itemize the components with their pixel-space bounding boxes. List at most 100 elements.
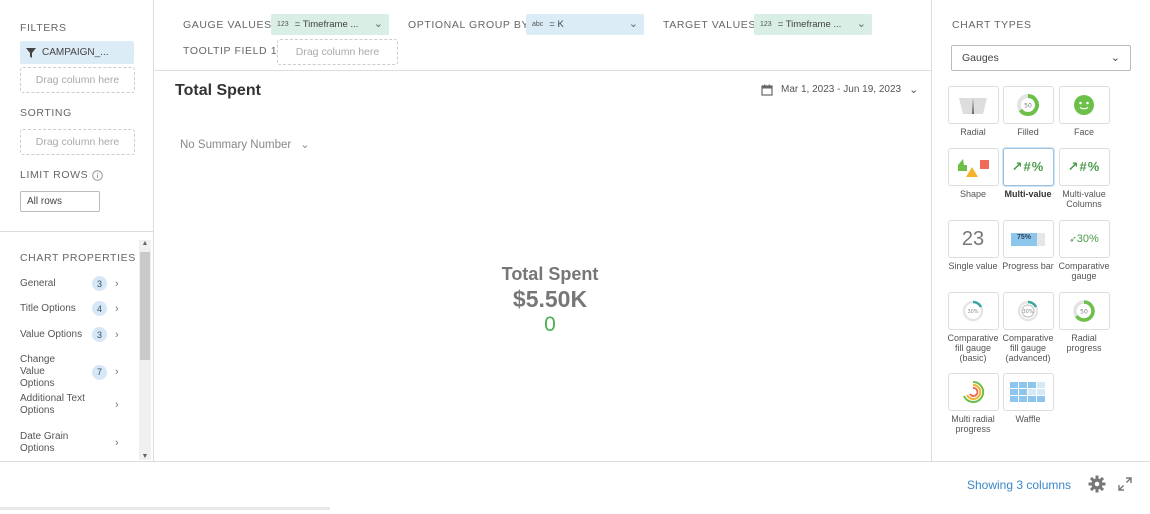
multi-radial-progress-icon xyxy=(963,380,985,403)
prop-count-badge: 3 xyxy=(92,327,107,342)
showing-columns-link[interactable]: Showing 3 columns xyxy=(967,478,1071,492)
gauge-multi-value: Total Spent $5.50K 0 xyxy=(485,264,615,337)
chart-type-shape[interactable]: Shape xyxy=(945,148,1001,199)
target-values-label: TARGET VALUES xyxy=(663,19,756,31)
chart-type-label: Comparative fill gauge (basic) xyxy=(947,333,999,363)
chart-family-value: Gauges xyxy=(962,52,999,64)
multi-value-icon: ↗#% xyxy=(1011,159,1045,174)
chevron-down-icon: ⌄ xyxy=(300,139,310,151)
chart-type-multi-radial-progress[interactable]: Multi radial progress xyxy=(945,373,1001,434)
chart-title: Total Spent xyxy=(175,82,261,99)
group-by-chip[interactable]: abc = K ⌄ xyxy=(526,14,644,35)
gauge-value: $5.50K xyxy=(512,286,588,312)
chevron-right-icon: › xyxy=(115,399,119,411)
limit-rows-input[interactable]: All rows xyxy=(20,191,100,212)
prop-title-options[interactable]: Title Options 4 › xyxy=(20,301,124,316)
chart-type-label: Shape xyxy=(959,189,987,199)
chart-type-radial-progress[interactable]: 50 Radial progress xyxy=(1056,292,1112,353)
summary-number-selector[interactable]: No Summary Number ⌄ xyxy=(180,138,310,151)
limit-rows-header: LIMIT ROWS xyxy=(20,169,104,181)
gauge-values-chip-label: = Timeframe ... xyxy=(294,19,359,30)
prop-label: Change Value Options xyxy=(20,354,56,389)
filter-icon xyxy=(26,47,36,58)
filters-dropzone[interactable]: Drag column here xyxy=(20,67,135,93)
chevron-right-icon: › xyxy=(115,277,119,290)
chart-types-title: CHART TYPES xyxy=(952,19,1032,31)
chart-type-label: Waffle xyxy=(1015,414,1041,424)
chevron-right-icon: › xyxy=(115,437,119,449)
chevron-down-icon: ⌄ xyxy=(1110,52,1120,64)
properties-scrollbar[interactable]: ▲ ▼ xyxy=(139,240,151,460)
sorting-title: SORTING xyxy=(20,107,72,119)
summary-label: No Summary Number xyxy=(180,139,292,151)
chart-type-multi-value-columns[interactable]: ↗#% Multi-value Columns xyxy=(1056,148,1112,209)
gauge-title: Total Spent xyxy=(501,264,599,284)
svg-text:30%: 30% xyxy=(967,309,978,315)
target-values-chip-label: = Timeframe ... xyxy=(777,19,842,30)
radial-progress-icon: 50 xyxy=(1073,300,1095,322)
chart-properties-title: CHART PROPERTIES xyxy=(20,252,136,264)
field-bar: GAUGE VALUES 123 = Timeframe ... ⌄ OPTIO… xyxy=(155,0,931,71)
chart-type-comparative-fill-basic[interactable]: 30% Comparative fill gauge (basic) xyxy=(945,292,1001,363)
gauge-values-label: GAUGE VALUES xyxy=(183,19,272,31)
chart-area: Total Spent Mar 1, 2023 - Jun 19, 2023 ⌄… xyxy=(155,71,931,461)
prop-value-options[interactable]: Value Options 3 › xyxy=(20,327,124,342)
svg-text:50: 50 xyxy=(1024,103,1032,110)
chart-type-label: Radial xyxy=(960,127,986,137)
filters-title: FILTERS xyxy=(20,22,67,34)
chart-type-multi-value[interactable]: ↗#% Multi-value xyxy=(1000,148,1056,199)
prop-date-grain-options[interactable]: Date Grain Options › xyxy=(20,431,124,455)
prop-label: Title Options xyxy=(20,302,76,314)
tooltip-dropzone[interactable]: Drag column here xyxy=(277,39,398,65)
prop-general[interactable]: General 3 › xyxy=(20,276,124,291)
gauge-change-value: 0 xyxy=(544,313,556,336)
scrollbar-thumb[interactable] xyxy=(140,252,150,360)
scroll-down-icon[interactable]: ▼ xyxy=(139,453,151,460)
chart-type-comparative-fill-advanced[interactable]: 30% Comparative fill gauge (advanced) xyxy=(1000,292,1056,363)
chart-types-panel: CHART TYPES Gauges ⌄ Radial 50 Filled Fa… xyxy=(931,0,1150,461)
chart-type-label: Face xyxy=(1073,127,1094,137)
expand-icon[interactable] xyxy=(1117,476,1133,492)
chart-type-label: Multi-value Columns xyxy=(1062,189,1106,209)
scroll-up-icon[interactable]: ▲ xyxy=(139,240,151,247)
prop-additional-text-options[interactable]: Additional Text Options › xyxy=(20,393,124,417)
single-value-icon: 23 xyxy=(961,227,985,250)
chart-type-label: Multi radial progress xyxy=(951,414,995,434)
chevron-right-icon: › xyxy=(115,302,119,315)
sorting-dropzone[interactable]: Drag column here xyxy=(20,129,135,155)
optional-group-by-label: OPTIONAL GROUP BY xyxy=(408,19,530,31)
chart-type-label: Radial progress xyxy=(1066,333,1102,353)
chart-type-label: Comparative fill gauge (advanced) xyxy=(1002,333,1054,363)
chart-type-radial[interactable]: Radial xyxy=(945,86,1001,137)
target-values-chip[interactable]: 123 = Timeframe ... ⌄ xyxy=(754,14,872,35)
date-range-picker[interactable]: Mar 1, 2023 - Jun 19, 2023 ⌄ xyxy=(761,83,918,96)
chevron-down-icon: ⌄ xyxy=(909,84,919,96)
face-icon xyxy=(1074,95,1094,115)
chart-type-single-value[interactable]: 23 Single value xyxy=(945,220,1001,271)
chart-type-face[interactable]: Face xyxy=(1056,86,1112,137)
horizontal-scroll-track xyxy=(0,507,330,510)
chevron-down-icon: ⌄ xyxy=(628,18,638,30)
filter-chip[interactable]: CAMPAIGN_... xyxy=(20,41,134,64)
radial-icon xyxy=(959,98,987,114)
progress-bar-icon: 75% xyxy=(1011,232,1045,246)
chart-type-label: Progress bar xyxy=(1002,261,1054,271)
chart-type-progress-bar[interactable]: 75% Progress bar xyxy=(1000,220,1056,271)
gear-icon[interactable] xyxy=(1088,475,1106,493)
number-type-icon: 123 xyxy=(277,21,289,28)
chart-type-filled[interactable]: 50 Filled xyxy=(1000,86,1056,137)
prop-change-value-options[interactable]: Change Value Options 7 › xyxy=(20,354,124,390)
waffle-icon xyxy=(1010,382,1045,402)
chevron-down-icon: ⌄ xyxy=(373,18,383,30)
info-icon[interactable] xyxy=(92,169,104,181)
chart-type-label: Multi-value xyxy=(1004,189,1052,199)
gauge-values-chip[interactable]: 123 = Timeframe ... ⌄ xyxy=(271,14,389,35)
prop-count-badge: 7 xyxy=(92,364,107,380)
chart-type-waffle[interactable]: Waffle xyxy=(1000,373,1056,424)
chart-type-comparative-gauge[interactable]: ➶30% Comparative gauge xyxy=(1056,220,1112,281)
chart-family-select[interactable]: Gauges ⌄ xyxy=(951,45,1131,71)
chart-type-label: Comparative gauge xyxy=(1058,261,1110,281)
chart-properties-panel: CHART PROPERTIES General 3 › Title Optio… xyxy=(0,231,153,461)
svg-text:50: 50 xyxy=(1080,309,1088,316)
prop-count-badge: 3 xyxy=(92,276,107,291)
